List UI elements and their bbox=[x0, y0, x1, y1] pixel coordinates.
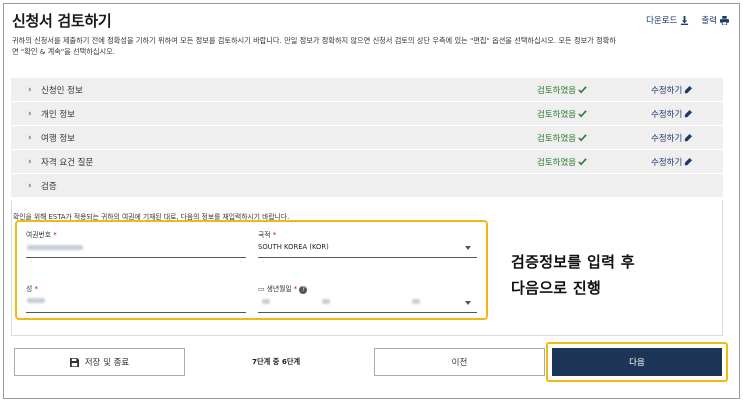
page-title: 신청서 검토하기 bbox=[12, 12, 112, 30]
step-indicator: 7단계 중 6단계 bbox=[252, 357, 301, 366]
top-actions: 다운로드 출력 bbox=[646, 14, 729, 26]
surname-input[interactable] bbox=[26, 312, 246, 313]
reviewed-status: 검토하였음 bbox=[537, 156, 587, 168]
instruction-callout: 검증정보를 입력 후 다음으로 진행 bbox=[511, 249, 635, 301]
passport-input[interactable] bbox=[26, 257, 246, 258]
country-select-value: SOUTH KOREA (KOR) bbox=[258, 243, 329, 251]
download-link[interactable]: 다운로드 bbox=[646, 14, 689, 26]
dob-select[interactable] bbox=[258, 312, 477, 313]
floppy-disk-icon bbox=[69, 357, 79, 367]
section-name: 자격 요건 질문 bbox=[41, 157, 94, 168]
previous-button[interactable]: 이전 bbox=[374, 348, 545, 376]
help-icon[interactable]: ? bbox=[299, 286, 308, 294]
dob-day-redacted bbox=[262, 299, 270, 304]
dob-month-redacted bbox=[322, 299, 330, 304]
country-label: 국적 * bbox=[258, 231, 277, 239]
chevron-right-icon: › bbox=[28, 108, 32, 119]
checkmark-icon bbox=[578, 110, 587, 118]
surname-label: 성 * bbox=[26, 285, 38, 293]
print-link[interactable]: 출력 bbox=[701, 14, 729, 26]
edit-link[interactable]: 수정하기 bbox=[651, 132, 693, 144]
section-name: 검증 bbox=[41, 181, 57, 192]
edit-link[interactable]: 수정하기 bbox=[651, 156, 693, 168]
edit-link[interactable]: 수정하기 bbox=[651, 108, 693, 120]
checkmark-icon bbox=[578, 134, 587, 142]
section-name: 개인 정보 bbox=[41, 109, 75, 120]
print-label: 출력 bbox=[701, 16, 717, 26]
chevron-right-icon: › bbox=[28, 180, 32, 191]
next-button[interactable]: 다음 bbox=[552, 348, 722, 376]
dob-label: ▭ 생년월일 * ? bbox=[258, 283, 308, 294]
review-accordion: › 신청인 정보 검토하였음 수정하기 › 개인 정보 검토하였음 수정하기 ›… bbox=[11, 78, 723, 198]
printer-icon bbox=[720, 15, 729, 25]
section-personal-info[interactable]: › 개인 정보 검토하였음 수정하기 bbox=[11, 102, 723, 126]
passport-label: 여권번호 * bbox=[26, 231, 57, 239]
pencil-icon bbox=[685, 133, 693, 141]
download-icon bbox=[681, 15, 689, 25]
verification-highlight-box bbox=[15, 220, 488, 320]
section-verification[interactable]: › 검증 bbox=[11, 174, 723, 198]
section-travel-info[interactable]: › 여행 정보 검토하였음 수정하기 bbox=[11, 126, 723, 150]
pencil-icon bbox=[685, 157, 693, 165]
chevron-right-icon: › bbox=[28, 84, 32, 95]
chevron-down-icon bbox=[465, 246, 471, 250]
section-applicant-info[interactable]: › 신청인 정보 검토하였음 수정하기 bbox=[11, 78, 723, 102]
page-description: 귀하의 신청서를 제출하기 전에 정확성을 기하기 위하여 모든 정보를 검토하… bbox=[12, 36, 616, 56]
reviewed-status: 검토하였음 bbox=[537, 132, 587, 144]
chevron-down-icon bbox=[465, 301, 471, 305]
section-name: 여행 정보 bbox=[41, 133, 75, 144]
section-name: 신청인 정보 bbox=[41, 85, 83, 96]
country-select[interactable] bbox=[258, 257, 477, 258]
edit-link[interactable]: 수정하기 bbox=[651, 84, 693, 96]
chevron-right-icon: › bbox=[28, 132, 32, 143]
previous-label: 이전 bbox=[451, 358, 468, 368]
dob-year-redacted bbox=[412, 299, 420, 304]
callout-line-1: 검증정보를 입력 후 bbox=[511, 253, 635, 271]
passport-value-redacted bbox=[27, 245, 83, 250]
next-label: 다음 bbox=[629, 358, 645, 368]
save-label: 저장 및 종료 bbox=[84, 358, 130, 368]
checkmark-icon bbox=[578, 158, 587, 166]
reviewed-status: 검토하였음 bbox=[537, 108, 587, 120]
checkmark-icon bbox=[578, 86, 587, 94]
chevron-right-icon: › bbox=[28, 156, 32, 167]
surname-value-redacted bbox=[27, 298, 45, 303]
save-and-exit-button[interactable]: 저장 및 종료 bbox=[14, 348, 185, 376]
pencil-icon bbox=[685, 109, 693, 117]
pencil-icon bbox=[685, 85, 693, 93]
download-label: 다운로드 bbox=[646, 16, 678, 26]
reviewed-status: 검토하였음 bbox=[537, 84, 587, 96]
callout-line-2: 다음으로 진행 bbox=[511, 279, 602, 297]
calendar-icon: ▭ bbox=[258, 285, 265, 293]
section-eligibility-questions[interactable]: › 자격 요건 질문 검토하였음 수정하기 bbox=[11, 150, 723, 174]
